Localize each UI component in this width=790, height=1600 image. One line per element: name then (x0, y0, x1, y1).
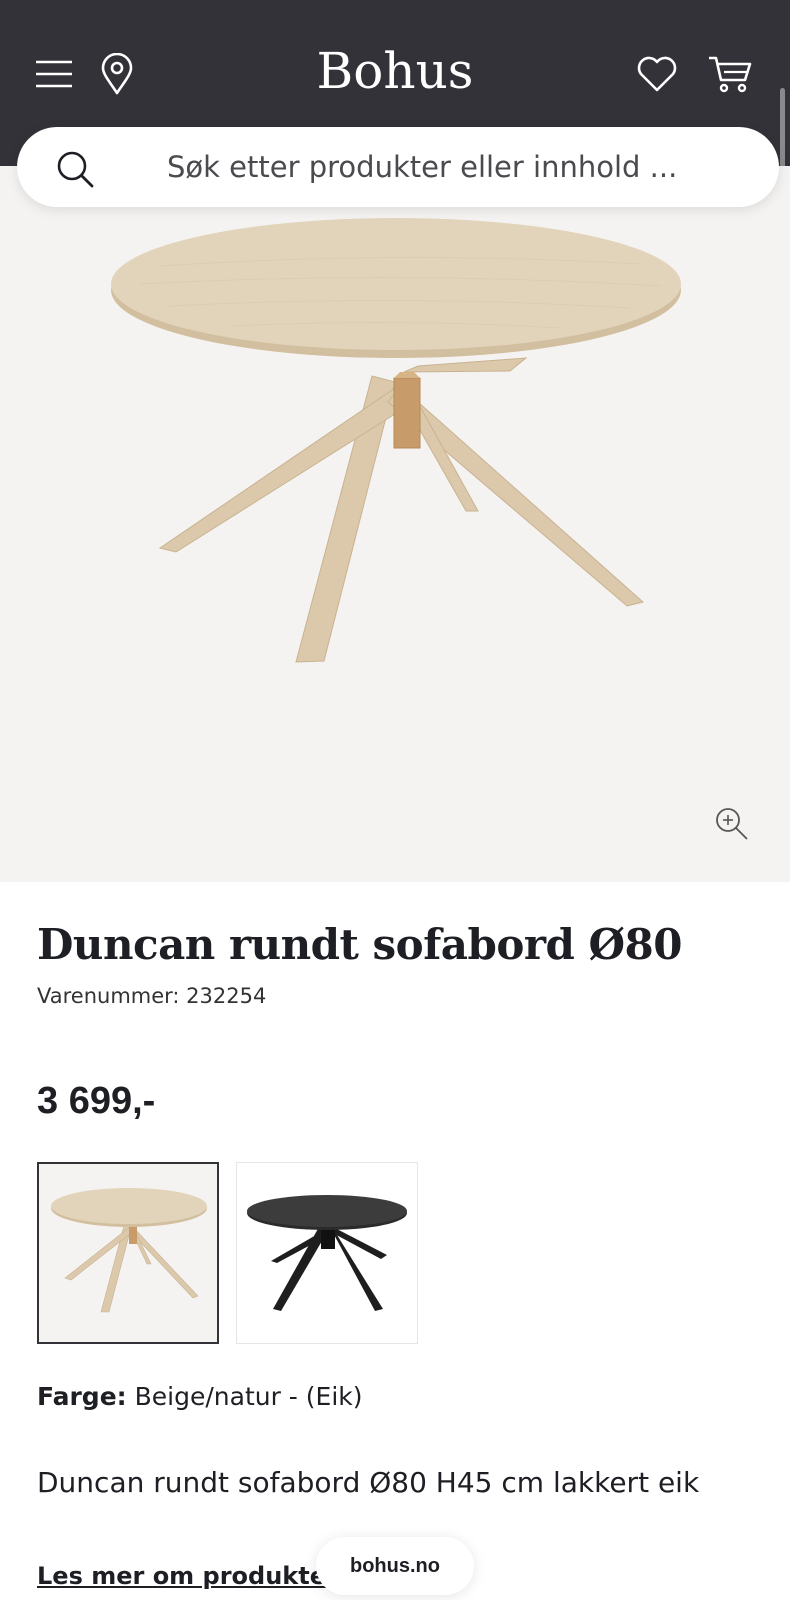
shopping-cart-icon (709, 56, 752, 93)
black-table-thumbnail (247, 1195, 407, 1311)
wishlist-button[interactable] (632, 50, 682, 98)
search-icon[interactable] (55, 149, 95, 189)
product-price: 3 699,- (37, 1080, 156, 1122)
variant-thumbnail-oak[interactable] (37, 1162, 219, 1344)
cart-button[interactable] (704, 50, 756, 98)
oak-table-thumbnail (51, 1188, 207, 1313)
table-photo (111, 218, 681, 663)
product-description: Duncan rundt sofabord Ø80 H45 cm lakkert… (37, 1466, 700, 1499)
variant-thumbnail-black[interactable] (236, 1162, 418, 1344)
heart-icon (637, 56, 677, 92)
zoom-in-icon (716, 808, 748, 840)
zoom-button[interactable] (712, 804, 752, 844)
product-sku: Varenummer: 232254 (37, 984, 267, 1008)
product-image[interactable] (0, 166, 790, 882)
color-label: Farge: (37, 1382, 127, 1411)
search-bar[interactable] (17, 127, 779, 207)
search-input[interactable] (167, 145, 747, 189)
color-value: Beige/natur - (Eik) (134, 1382, 363, 1411)
color-row: Farge: Beige/natur - (Eik) (37, 1382, 363, 1411)
product-title: Duncan rundt sofabord Ø80 (37, 920, 683, 969)
read-more-link[interactable]: Les mer om produktet (37, 1562, 338, 1590)
browser-domain-pill[interactable]: bohus.no (316, 1537, 474, 1595)
